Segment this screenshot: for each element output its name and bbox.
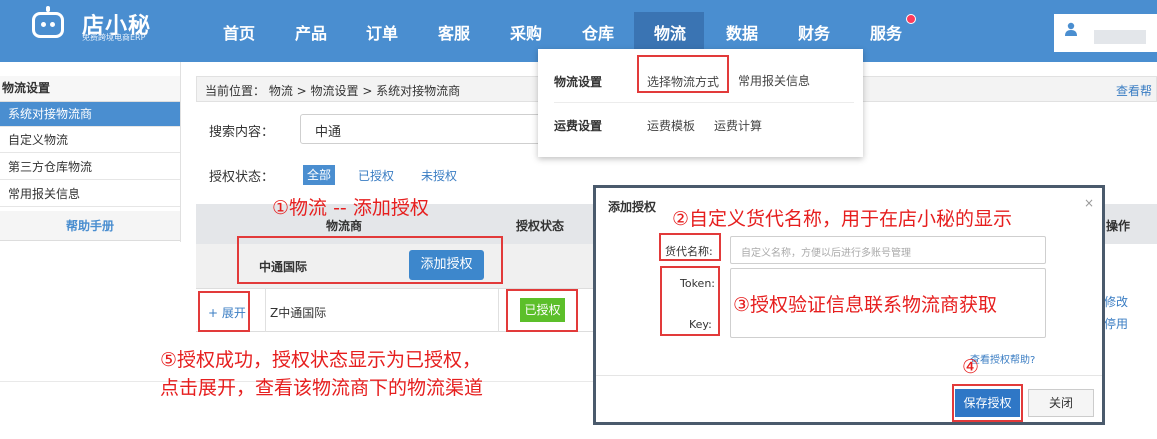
nav-item-finance[interactable]: 财务 [784,20,844,44]
dropdown-section-freight-settings: 运费设置 [554,119,603,133]
dropdown-section-logistics-settings: 物流设置 [554,75,603,89]
user-icon[interactable] [1064,22,1078,36]
nav-item-purchase[interactable]: 采购 [496,20,556,44]
column-header-status: 授权状态 [516,219,565,233]
sidebar-item-customs-info[interactable]: 常用报关信息 [0,182,180,207]
nav-item-home[interactable]: 首页 [209,20,269,44]
annotation-step-4: ④ [962,356,980,378]
sidebar-item-system-carriers[interactable]: 系统对接物流商 [0,102,180,127]
close-icon[interactable]: × [1084,196,1094,210]
username-redacted [1094,30,1146,44]
annotation-step-5-line1: ⑤授权成功，授权状态显示为已授权， [160,349,482,371]
nav-item-orders[interactable]: 订单 [352,20,412,44]
nav-item-warehouse[interactable]: 仓库 [568,20,628,44]
nav-item-logistics[interactable]: 物流 [640,20,700,44]
filter-label: 授权状态： [209,170,275,185]
annotation-step-1: ①物流 -- 添加授权 [272,197,429,219]
close-button[interactable]: 关闭 [1028,389,1094,417]
search-input[interactable]: 中通 [300,114,545,144]
menu-item-freight-calculator[interactable]: 运费计算 [714,117,762,134]
forwarder-name-placeholder: 自定义名称，方便以后进行多账号管理 [741,248,911,259]
filter-unauthorized[interactable]: 未授权 [421,167,457,184]
highlight-save-button [952,384,1023,422]
menu-item-customs-info[interactable]: 常用报关信息 [738,72,810,89]
nav-item-data[interactable]: 数据 [712,20,772,44]
carrier-account-name: Z中通国际 [270,306,327,320]
annotation-step-5-line2: 点击展开，查看该物流商下的物流渠道 [160,377,484,399]
dropdown-divider [554,102,854,103]
help-manual-link[interactable]: 帮助手册 [0,211,180,241]
cell-divider [265,289,266,332]
menu-item-freight-template[interactable]: 运费模板 [647,117,695,134]
modal-divider [596,375,1102,376]
breadcrumb: 当前位置： 物流 > 物流设置 > 系统对接物流商 [205,84,461,98]
edit-link[interactable]: 修改 [1104,293,1128,310]
robot-logo-icon [32,6,64,38]
nav-item-service[interactable]: 客服 [424,20,484,44]
highlight-forwarder-name [659,233,721,261]
sidebar-title: 物流设置 [0,76,180,102]
column-header-ops: 操作 [1106,219,1131,233]
nav-item-products[interactable]: 产品 [281,20,341,44]
disable-link[interactable]: 停用 [1104,315,1128,332]
sidebar-item-custom-logistics[interactable]: 自定义物流 [0,128,180,153]
sidebar-divider [180,62,181,242]
modal-title: 添加授权 [608,200,657,214]
annotation-step-3: ③授权验证信息联系物流商获取 [733,294,998,316]
highlight-expand [198,291,250,332]
filter-all[interactable]: 全部 [303,165,336,185]
help-link[interactable]: 查看帮 [1116,82,1152,99]
highlight-add-authorization [237,236,503,284]
cell-divider [498,289,499,332]
annotation-step-2: ②自定义货代名称，用于在店小秘的显示 [672,208,1013,230]
filter-authorized[interactable]: 已授权 [358,167,394,184]
nav-item-services[interactable]: 服务 [856,20,916,44]
search-label: 搜索内容： [209,125,275,140]
brand-tagline: 免费跨境电商ERP [82,33,146,42]
sidebar-item-third-party-warehouse[interactable]: 第三方仓库物流 [0,155,180,180]
highlight-token-key [660,266,720,336]
brand-logo[interactable]: 店小秘 免费跨境电商ERP [24,4,174,44]
highlight-status [506,289,578,332]
notification-dot-icon [906,14,916,24]
auth-help-link[interactable]: 查看授权帮助? [970,351,1035,366]
highlight-select-logistics [637,55,729,93]
